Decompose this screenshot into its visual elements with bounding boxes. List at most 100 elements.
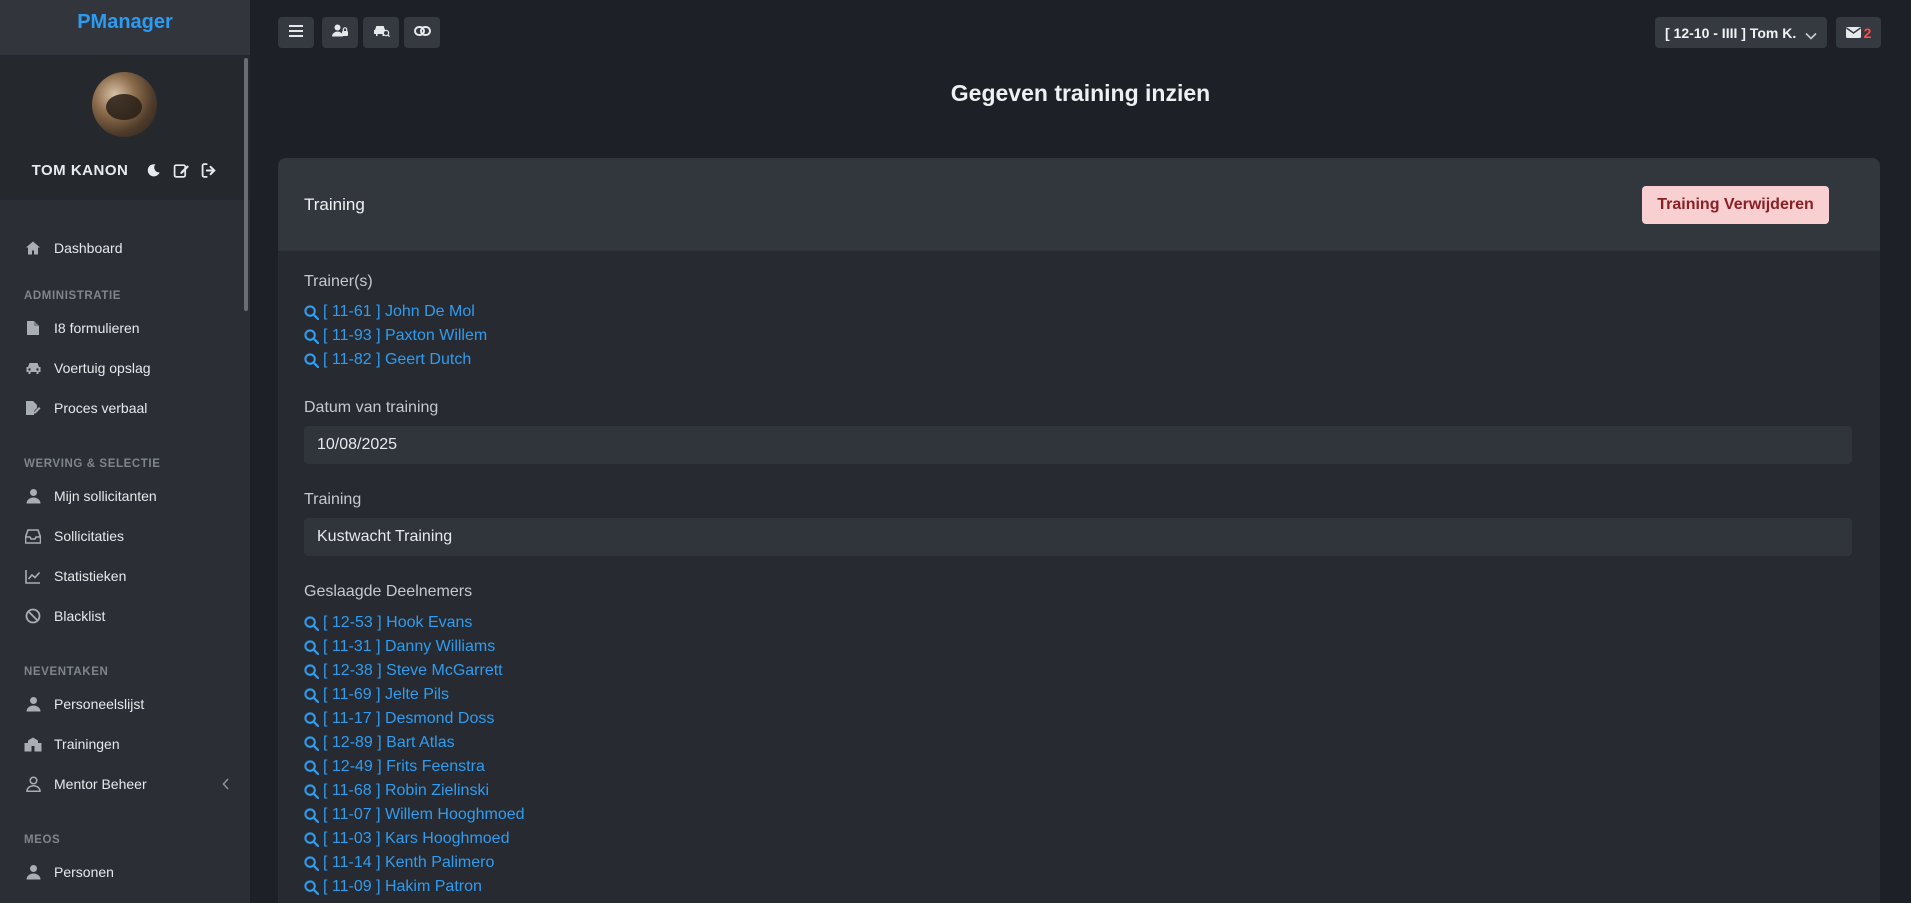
participant-link-label: [ 11-68 ] Robin Zielinski: [323, 782, 489, 799]
search-icon: [304, 663, 319, 679]
messages-button[interactable]: 2: [1836, 17, 1881, 48]
section-header-werving-selectie: WERVING & SELECTIE: [24, 458, 161, 470]
sidebar-item-proces-verbaal[interactable]: Proces verbaal: [0, 388, 244, 428]
participant-link-label: [ 11-03 ] Kars Hooghmoed: [323, 830, 510, 847]
edit-icon[interactable]: [172, 161, 190, 179]
training-card: Training Training Verwijderen Trainer(s)…: [278, 158, 1880, 903]
car-search-icon: [373, 24, 390, 42]
participant-link-label: [ 11-14 ] Kenth Palimero: [323, 854, 495, 871]
participant-link[interactable]: [ 12-38 ] Steve McGarrett: [304, 660, 503, 682]
sidebar-scrollbar[interactable]: [244, 58, 248, 311]
participant-link[interactable]: [ 11-14 ] Kenth Palimero: [304, 852, 494, 874]
participant-link[interactable]: [ 12-53 ] Hook Evans: [304, 612, 472, 634]
participant-link[interactable]: [ 11-31 ] Danny Williams: [304, 636, 495, 658]
participant-link-label: [ 12-89 ] Bart Atlas: [323, 734, 455, 751]
participant-link[interactable]: [ 12-89 ] Bart Atlas: [304, 732, 455, 754]
section-header-administratie: ADMINISTRATIE: [24, 290, 122, 302]
sidebar-item-label: Blacklist: [54, 608, 106, 624]
participant-link-label: [ 12-49 ] Frits Feenstra: [323, 758, 485, 775]
trainer-link[interactable]: [ 11-82 ] Geert Dutch: [304, 349, 471, 371]
sidebar-item-sollicitaties[interactable]: Sollicitaties: [0, 516, 244, 556]
file-icon: [24, 319, 42, 337]
chevron-down-icon: [1805, 27, 1817, 43]
participant-link-label: [ 11-09 ] Hakim Patron: [323, 878, 482, 895]
participant-link-label: [ 11-31 ] Danny Williams: [323, 638, 496, 655]
sidebar-item-blacklist[interactable]: Blacklist: [0, 596, 244, 636]
sidebar-item-label: Proces verbaal: [54, 400, 148, 416]
search-icon: [304, 352, 319, 368]
training-type-field: Kustwacht Training: [304, 518, 1852, 556]
participant-link-label: [ 11-69 ] Jelte Pils: [323, 686, 449, 703]
sidebar-item-mijn-sollicitanten[interactable]: Mijn sollicitanten: [0, 476, 244, 516]
trainers-label: Trainer(s): [304, 273, 373, 290]
search-icon: [304, 639, 319, 655]
delete-training-button[interactable]: Training Verwijderen: [1642, 186, 1829, 224]
sidebar-item-label: I8 formulieren: [54, 320, 140, 336]
sidebar-item-voertuig-opslag[interactable]: Voertuig opslag: [0, 348, 244, 388]
sidebar-item-mentor-beheer[interactable]: Mentor Beheer: [0, 764, 244, 804]
chart-line-icon: [24, 567, 42, 585]
section-header-meos: MEOS: [24, 834, 61, 846]
search-icon: [304, 855, 319, 871]
card-header: Training Training Verwijderen: [278, 158, 1880, 251]
user-icon: [24, 863, 42, 881]
link-button[interactable]: [404, 17, 440, 48]
brand-logo[interactable]: PManager: [0, 0, 250, 55]
trainer-link-label: [ 11-93 ] Paxton Willem: [323, 327, 488, 344]
logout-icon[interactable]: [200, 161, 218, 179]
search-icon: [304, 615, 319, 631]
date-label: Datum van training: [304, 399, 439, 416]
trainer-link-label: [ 11-82 ] Geert Dutch: [323, 351, 472, 368]
school-icon: [24, 735, 42, 753]
sidebar-item-label: Mentor Beheer: [54, 776, 147, 792]
sidebar-item-statistieken[interactable]: Statistieken: [0, 556, 244, 596]
avatar: [92, 72, 157, 137]
participant-link[interactable]: [ 11-69 ] Jelte Pils: [304, 684, 449, 706]
sidebar-item-label: Mijn sollicitanten: [54, 488, 157, 504]
user-lock-button[interactable]: [322, 17, 358, 48]
moon-icon[interactable]: [144, 161, 162, 179]
participant-link[interactable]: [ 11-09 ] Hakim Patron: [304, 876, 482, 898]
sidebar-item-label: Statistieken: [54, 568, 127, 584]
participant-link[interactable]: [ 11-17 ] Desmond Doss: [304, 708, 494, 730]
participant-link[interactable]: [ 12-49 ] Frits Feenstra: [304, 756, 485, 778]
ban-icon: [24, 607, 42, 625]
section-header-neventaken: NEVENTAKEN: [24, 666, 109, 678]
sidebar-item-i8-formulieren[interactable]: I8 formulieren: [0, 308, 244, 348]
sidebar-item-label: Sollicitaties: [54, 528, 125, 544]
sidebar-item-personeelslijst[interactable]: Personeelslijst: [0, 684, 244, 724]
participant-link[interactable]: [ 11-07 ] Willem Hooghmoed: [304, 804, 525, 826]
user-dropdown-label: [ 12-10 - IIII ] Tom K.: [1665, 24, 1797, 41]
user-icon: [24, 695, 42, 713]
menu-toggle-button[interactable]: [278, 17, 314, 48]
participant-link-label: [ 12-38 ] Steve McGarrett: [323, 662, 503, 679]
participant-link-label: [ 11-17 ] Desmond Doss: [323, 710, 495, 727]
sidebar-item-label: Voertuig opslag: [54, 360, 151, 376]
hamburger-icon: [289, 24, 303, 42]
sidebar-item-personen[interactable]: Personen: [0, 852, 244, 892]
chevron-left-icon[interactable]: [222, 777, 230, 793]
search-icon: [304, 783, 319, 799]
search-icon: [304, 759, 319, 775]
sidebar-item-trainingen[interactable]: Trainingen: [0, 724, 244, 764]
profile-name: TOM KANON: [31, 161, 129, 179]
sidebar-item-dashboard[interactable]: Dashboard: [0, 228, 244, 268]
trainer-link[interactable]: [ 11-93 ] Paxton Willem: [304, 325, 487, 347]
link-icon: [413, 24, 431, 42]
sidebar-item-label: Personen: [54, 864, 114, 880]
vehicle-search-button[interactable]: [363, 17, 399, 48]
participant-link[interactable]: [ 11-68 ] Robin Zielinski: [304, 780, 489, 802]
envelope-icon: [1845, 25, 1861, 41]
participant-link-label: [ 12-53 ] Hook Evans: [323, 614, 473, 631]
participant-link-label: [ 11-07 ] Willem Hooghmoed: [323, 806, 525, 823]
trainer-link[interactable]: [ 11-61 ] John De Mol: [304, 301, 475, 323]
sidebar-item-label: Dashboard: [54, 240, 123, 256]
inbox-icon: [24, 527, 42, 545]
file-signature-icon: [24, 399, 42, 417]
participant-link[interactable]: [ 11-03 ] Kars Hooghmoed: [304, 828, 509, 850]
sidebar: PManager TOM KANON Dashboard ADMINISTRAT…: [0, 0, 250, 903]
search-icon: [304, 879, 319, 895]
participants-label: Geslaagde Deelnemers: [304, 583, 473, 600]
sidebar-item-label: Personeelslijst: [54, 696, 145, 712]
user-dropdown[interactable]: [ 12-10 - IIII ] Tom K.: [1655, 17, 1827, 48]
